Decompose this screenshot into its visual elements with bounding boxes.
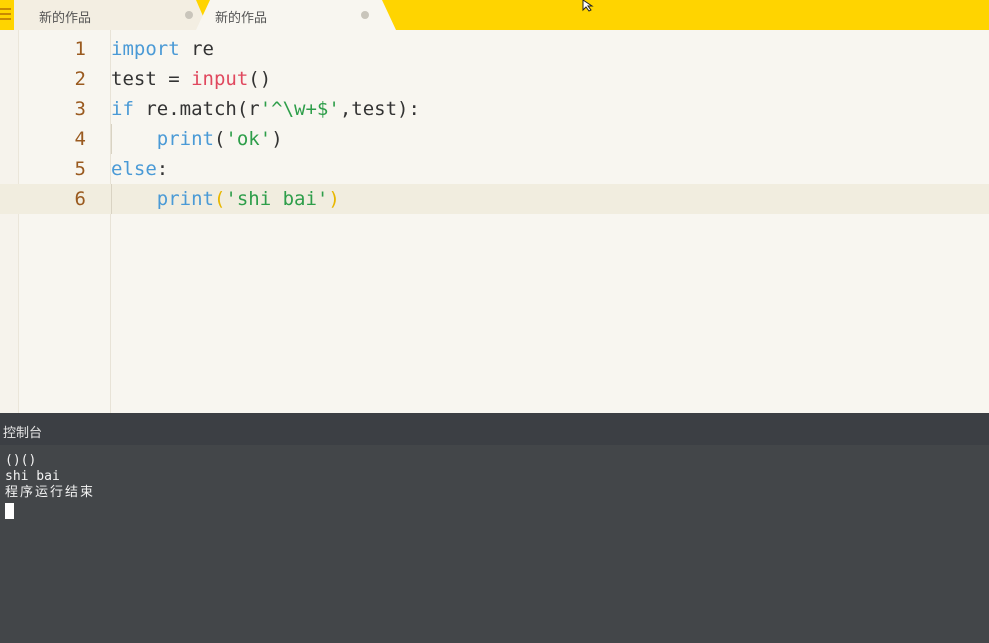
code-token: ,test): <box>339 98 420 120</box>
console-output-line: shi bai <box>5 469 60 484</box>
code-token: 'shi bai' <box>225 188 329 210</box>
tab-1[interactable]: 新的作品 <box>14 0 209 30</box>
code-token: re <box>179 38 214 60</box>
code-token: '^\w+$' <box>259 98 340 120</box>
code-text: print('shi bai') <box>111 184 340 214</box>
tab-2-close-icon[interactable] <box>361 11 369 19</box>
code-token: import <box>111 38 180 60</box>
console-output-line: 程序运行结束 <box>5 485 96 500</box>
code-token: print <box>156 188 214 210</box>
tab-2-label: 新的作品 <box>215 11 268 26</box>
code-token: 'ok' <box>225 128 272 150</box>
code-token: ( <box>213 188 226 210</box>
code-token: if <box>111 98 134 120</box>
code-token: input <box>191 68 249 90</box>
code-text: else: <box>111 154 168 184</box>
menu-icon[interactable] <box>0 6 12 22</box>
code-token: test = <box>111 68 192 90</box>
code-text: if re.match(r'^\w+$',test): <box>111 94 420 124</box>
line-number: 1 <box>74 38 86 60</box>
console-header: 控制台 <box>0 413 989 445</box>
code-line-4[interactable]: 4 print('ok') <box>0 124 989 154</box>
tab-1-label: 新的作品 <box>39 11 92 26</box>
console-output-panel[interactable]: ()() shi bai 程序运行结束 <box>0 445 989 643</box>
code-token: re.match(r <box>133 98 260 120</box>
code-line-6[interactable]: 6 print('shi bai') <box>0 184 989 214</box>
code-token: ( <box>213 128 226 150</box>
code-token: () <box>248 68 272 90</box>
console-output-line: ()() <box>5 453 37 468</box>
code-editor[interactable]: 1 import re 2 test = input() 3 if re.mat… <box>0 30 989 413</box>
console-title: 控制台 <box>3 426 43 441</box>
code-token: ) <box>271 128 283 150</box>
code-token: ) <box>328 188 340 210</box>
code-line-2[interactable]: 2 test = input() <box>0 64 989 94</box>
code-text: print('ok') <box>111 124 283 154</box>
line-number: 2 <box>74 68 86 90</box>
line-number: 6 <box>74 188 86 210</box>
line-number: 3 <box>74 98 86 120</box>
tab-bar: 新的作品 新的作品 <box>0 0 989 30</box>
mouse-cursor-icon <box>582 0 594 12</box>
code-line-5[interactable]: 5 else: <box>0 154 989 184</box>
code-text: test = input() <box>111 64 271 94</box>
code-token: print <box>156 128 214 150</box>
tab-1-close-icon[interactable] <box>185 11 193 19</box>
tab-2[interactable]: 新的作品 <box>196 0 398 30</box>
code-text: import re <box>111 34 214 64</box>
line-number: 5 <box>74 158 86 180</box>
code-line-1[interactable]: 1 import re <box>0 34 989 64</box>
line-number: 4 <box>74 128 86 150</box>
terminal-cursor <box>5 503 14 519</box>
code-line-3[interactable]: 3 if re.match(r'^\w+$',test): <box>0 94 989 124</box>
code-token: else <box>111 158 157 180</box>
code-token: : <box>156 158 169 180</box>
